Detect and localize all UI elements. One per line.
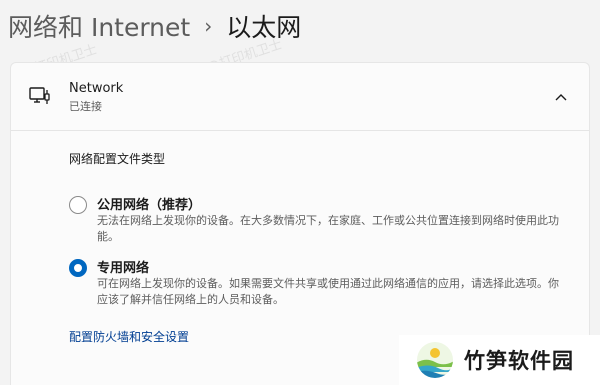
site-name: 竹笋软件园 [464, 349, 574, 373]
ethernet-icon [29, 87, 50, 104]
breadcrumb-parent[interactable]: 网络和 Internet [8, 8, 190, 44]
public-network-title[interactable]: 公用网络（推荐） [97, 194, 201, 213]
page-title: 以太网 [226, 13, 302, 42]
firewall-settings-link[interactable]: 配置防火墙和安全设置 [69, 328, 189, 345]
private-network-title[interactable]: 专用网络 [97, 257, 149, 276]
chevron-up-icon [555, 94, 567, 101]
site-badge: 竹笋软件园 [399, 335, 600, 385]
profile-type-label: 网络配置文件类型 [69, 152, 166, 166]
bamboo-logo-icon [417, 342, 453, 378]
private-network-description: 可在网络上发现你的设备。如果需要文件共享或使用通过此网络通信的应用，请选择此选项… [97, 277, 559, 306]
public-network-description: 无法在网络上发现你的设备。在大多数情况下，在家庭、工作或公共位置连接到网络时使用… [97, 214, 559, 243]
public-network-radio[interactable] [69, 196, 87, 214]
breadcrumb: 网络和 Internet › 以太网 [8, 6, 301, 46]
network-status: 已连接 [69, 100, 102, 113]
private-network-radio[interactable] [69, 259, 87, 277]
network-name: Network [69, 81, 124, 96]
collapse-button[interactable] [549, 85, 573, 109]
breadcrumb-separator: › [204, 14, 213, 38]
network-header[interactable]: Network 已连接 [11, 63, 589, 131]
